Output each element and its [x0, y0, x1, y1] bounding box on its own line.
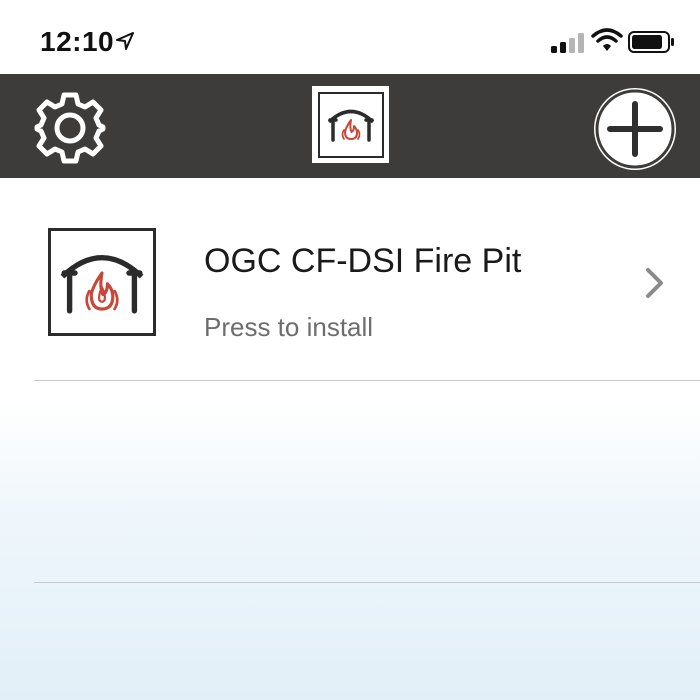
- chevron-right-icon: [646, 268, 663, 298]
- list-divider: [34, 582, 700, 583]
- wifi-icon: [591, 28, 623, 51]
- location-arrow-icon: [116, 32, 134, 50]
- status-bar: 12:10: [0, 0, 700, 74]
- nav-bar: [0, 74, 700, 178]
- fire-pit-logo-icon: [60, 255, 144, 314]
- fire-pit-logo-icon: [327, 109, 374, 142]
- device-list-item[interactable]: OGC CF-DSI Fire Pit Press to install: [34, 214, 700, 380]
- gear-icon: [34, 92, 106, 164]
- settings-button[interactable]: [30, 88, 110, 168]
- signal-icon: [551, 33, 584, 53]
- nav-logo: [312, 86, 389, 163]
- device-name: OGC CF-DSI Fire Pit: [204, 242, 522, 280]
- device-status: Press to install: [204, 312, 374, 342]
- add-device-button[interactable]: [594, 88, 676, 170]
- plus-icon: [595, 89, 675, 169]
- list-divider: [34, 380, 700, 381]
- device-thumbnail: [48, 228, 156, 336]
- battery-icon: [628, 31, 674, 53]
- status-time: 12:10: [40, 26, 115, 57]
